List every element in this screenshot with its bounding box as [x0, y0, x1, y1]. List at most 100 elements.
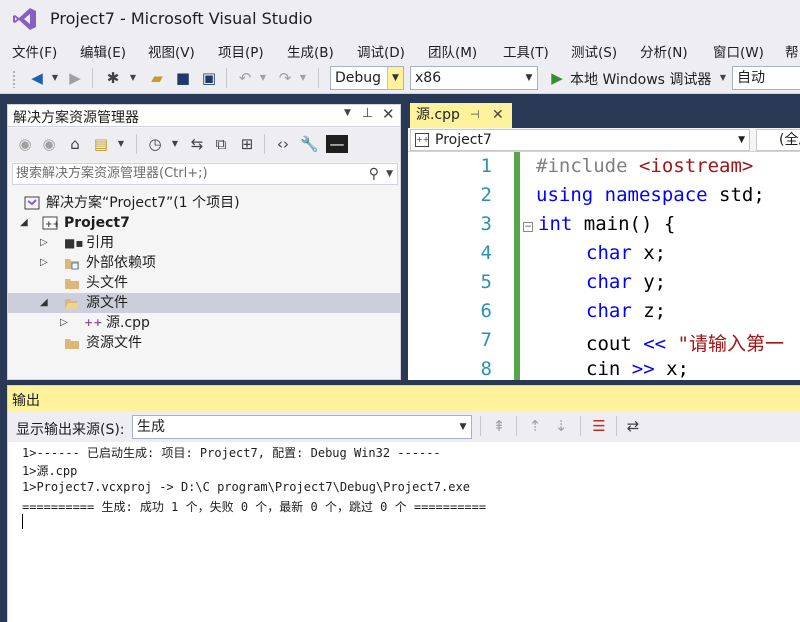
cpp-project-icon: ++: [415, 133, 429, 147]
text-caret: [22, 514, 23, 529]
menu-help[interactable]: 帮: [785, 41, 799, 61]
back-icon[interactable]: ◉: [16, 135, 34, 153]
document-tab-bar: 源.cpp ⊣ ✕: [408, 100, 800, 128]
panel-title: 解决方案资源管理器: [13, 110, 139, 126]
previous-message-icon[interactable]: ⇡: [526, 417, 544, 435]
collapse-all-icon[interactable]: ⧉: [212, 135, 230, 153]
output-line: 1>Project7.vcxproj -> D:\C program\Proje…: [22, 480, 470, 494]
debug-target-select[interactable]: 自动: [732, 66, 800, 90]
menu-build[interactable]: 生成(B): [287, 41, 334, 61]
chevron-down-icon: ▼: [525, 73, 533, 83]
tree-item-references[interactable]: ▷ ■▪ 引用: [8, 233, 400, 253]
code-line: #include <iostream>: [536, 155, 754, 177]
navigate-forward-icon[interactable]: ▶: [66, 69, 84, 87]
menu-analyze[interactable]: 分析(N): [640, 41, 688, 61]
menu-team[interactable]: 团队(M): [428, 41, 477, 61]
collapsed-arrow-icon[interactable]: ▷: [60, 313, 68, 333]
menu-window[interactable]: 窗口(W): [713, 41, 764, 61]
pin-icon[interactable]: ⊥: [362, 106, 373, 121]
tree-item-source-cpp[interactable]: ▷ ++ 源.cpp: [8, 313, 400, 333]
new-project-icon[interactable]: ✱: [104, 69, 122, 87]
collapsed-arrow-icon[interactable]: ▷: [40, 253, 48, 273]
save-icon[interactable]: ■: [174, 69, 192, 87]
toolbar-grip[interactable]: [12, 70, 16, 88]
tree-item-resource-files[interactable]: 资源文件: [8, 333, 400, 353]
expanded-arrow-icon[interactable]: ◢: [20, 213, 28, 233]
window-position-icon[interactable]: ▼: [344, 108, 351, 118]
collapsed-arrow-icon[interactable]: ▷: [40, 233, 48, 253]
menu-tools[interactable]: 工具(T): [503, 41, 549, 61]
sync-icon[interactable]: ⇆: [188, 135, 206, 153]
line-number: 1: [480, 155, 492, 177]
chevron-down-icon: ▼: [738, 135, 745, 145]
solution-configuration-select[interactable]: Debug ▼: [330, 66, 404, 90]
svg-text:++: ++: [45, 220, 58, 230]
solution-search-input[interactable]: 搜索解决方案资源管理器(Ctrl+;) ⚲ ▼: [12, 163, 398, 185]
menu-edit[interactable]: 编辑(E): [80, 41, 126, 61]
open-file-icon[interactable]: ▰: [148, 69, 166, 87]
pending-changes-icon[interactable]: ◷: [146, 135, 164, 153]
properties-wrench-icon[interactable]: 🔧: [300, 135, 319, 153]
solution-platform-select[interactable]: x86 ▼: [410, 66, 538, 90]
find-message-icon[interactable]: ⇞: [490, 417, 508, 435]
line-number: 3: [480, 213, 492, 235]
undo-dropdown-icon[interactable]: ▼: [254, 69, 272, 87]
redo-dropdown-icon[interactable]: ▼: [294, 69, 312, 87]
next-message-icon[interactable]: ⇣: [552, 417, 570, 435]
tab-source-cpp[interactable]: 源.cpp ⊣ ✕: [410, 103, 512, 128]
global-scope-select[interactable]: (全局: [756, 129, 800, 151]
save-all-icon[interactable]: ▣: [200, 69, 218, 87]
output-line: 1>------ 已启动生成: 项目: Project7, 配置: Debug …: [22, 446, 441, 460]
word-wrap-icon[interactable]: ⇄: [624, 417, 642, 435]
pending-changes-dropdown-icon[interactable]: ▼: [166, 135, 184, 153]
preview-icon[interactable]: —: [326, 135, 348, 153]
references-icon: ■▪: [64, 236, 84, 250]
tree-item-header-files[interactable]: 头文件: [8, 273, 400, 293]
folder-icon: [65, 279, 79, 289]
project-scope-select[interactable]: ++ Project7 ▼: [410, 129, 750, 151]
open-folder-icon: [65, 299, 79, 309]
search-icon: ⚲: [368, 166, 379, 182]
output-line: 1>源.cpp: [22, 464, 78, 478]
line-number: 2: [480, 184, 492, 206]
forward-icon[interactable]: ◉: [40, 135, 58, 153]
folder-icon: [65, 259, 79, 270]
show-all-files-icon[interactable]: ⊞: [238, 135, 256, 153]
menu-file[interactable]: 文件(F): [12, 41, 57, 61]
home-icon[interactable]: ⌂: [66, 135, 84, 153]
pin-icon[interactable]: ⊣: [470, 103, 480, 127]
output-text-area[interactable]: 1>------ 已启动生成: 项目: Project7, 配置: Debug …: [8, 442, 800, 622]
back-dropdown-icon[interactable]: ▼: [46, 69, 64, 87]
output-source-select[interactable]: 生成 ▼: [132, 415, 472, 439]
menu-project[interactable]: 项目(P): [218, 41, 264, 61]
code-area[interactable]: 1 2 3 4 5 6 7 8 − #include <iostream> us…: [408, 152, 800, 380]
start-debugging-button[interactable]: 本地 Windows 调试器: [570, 69, 711, 89]
solution-explorer-panel: 解决方案资源管理器 ▼ ⊥ ✕ ◉ ◉ ⌂ ▤ ▼ ◷ ▼ ⇆ ⧉ ⊞ ‹› 🔧…: [7, 104, 401, 380]
close-icon[interactable]: ✕: [492, 103, 504, 127]
menu-test[interactable]: 测试(S): [571, 41, 617, 61]
undo-icon[interactable]: ↶: [236, 69, 254, 87]
tree-item-solution[interactable]: 解决方案“Project7”(1 个项目): [8, 193, 400, 213]
collapse-toggle-icon[interactable]: −: [523, 222, 533, 232]
start-debugging-icon[interactable]: ▶: [548, 69, 566, 87]
switch-views-icon[interactable]: ▤: [92, 135, 110, 153]
line-number: 7: [480, 329, 492, 351]
debugger-dropdown-icon[interactable]: ▼: [714, 69, 732, 87]
tree-item-source-files[interactable]: ◢ 源文件: [8, 293, 400, 313]
redo-icon[interactable]: ↷: [276, 69, 294, 87]
solution-icon: [24, 196, 40, 210]
expanded-arrow-icon[interactable]: ◢: [40, 293, 48, 313]
menu-view[interactable]: 视图(V): [148, 41, 195, 61]
solution-explorer-toolbar: ◉ ◉ ⌂ ▤ ▼ ◷ ▼ ⇆ ⧉ ⊞ ‹› 🔧 —: [8, 128, 400, 162]
view-code-icon[interactable]: ‹›: [274, 135, 292, 153]
new-project-dropdown-icon[interactable]: ▼: [124, 69, 142, 87]
tree-item-external-dependencies[interactable]: ▷ 外部依赖项: [8, 253, 400, 273]
menu-debug[interactable]: 调试(D): [357, 41, 405, 61]
navigate-back-icon[interactable]: ◀: [28, 69, 46, 87]
switch-views-dropdown-icon[interactable]: ▼: [112, 135, 130, 153]
visual-studio-logo-icon: [13, 8, 36, 30]
clear-all-icon[interactable]: ☰: [590, 417, 608, 435]
tree-item-project[interactable]: ◢ ++ Project7: [8, 213, 400, 233]
menu-bar: 文件(F) 编辑(E) 视图(V) 项目(P) 生成(B) 调试(D) 团队(M…: [0, 38, 800, 62]
close-icon[interactable]: ✕: [382, 105, 395, 123]
